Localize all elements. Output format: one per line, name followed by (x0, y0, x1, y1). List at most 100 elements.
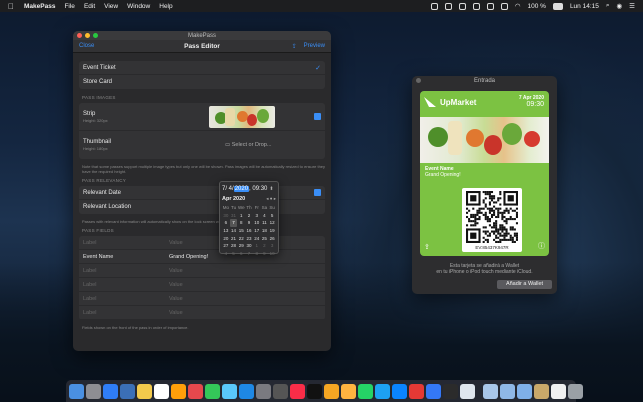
menu-window[interactable]: Window (127, 3, 150, 10)
field-row-event-name[interactable]: Event Name Grand Opening! (79, 250, 325, 264)
field-value[interactable]: Value (169, 296, 183, 302)
calendar-day[interactable]: 14 (230, 227, 238, 234)
calendar-day[interactable]: 17 (253, 227, 261, 234)
field-value[interactable]: Value (169, 240, 183, 246)
calendar-day[interactable]: 7 (229, 219, 238, 227)
calendar-day[interactable]: 5 (230, 250, 238, 257)
battery-icon[interactable] (552, 2, 563, 10)
screenshot-icon[interactable] (273, 383, 288, 399)
field-value[interactable]: Value (169, 310, 183, 316)
pass-type-event-ticket[interactable]: Event Ticket ✓ (79, 61, 325, 75)
calendar-day[interactable]: 28 (230, 242, 238, 249)
share-icon[interactable]: ⇪ (292, 43, 297, 50)
status-item-icon[interactable] (458, 2, 466, 10)
launchpad-icon[interactable] (86, 383, 101, 399)
calendar-day[interactable]: 2 (245, 212, 253, 219)
battery-label[interactable]: 100 % (528, 3, 546, 10)
calendar-day[interactable]: 23 (245, 235, 253, 242)
safari-icon[interactable] (239, 383, 254, 399)
clock[interactable]: Lun 14:15 (570, 3, 599, 10)
calendar-day[interactable]: 15 (237, 227, 245, 234)
stocks-icon[interactable] (205, 383, 220, 399)
calendar-day[interactable]: 1 (237, 212, 245, 219)
window-titlebar[interactable]: MakePass (73, 31, 331, 40)
field-row[interactable]: Label Value (79, 306, 325, 320)
field-label[interactable]: Label (83, 310, 169, 316)
calendar-day[interactable]: 22 (237, 235, 245, 242)
calendar-day[interactable]: 6 (222, 219, 230, 226)
field-label[interactable]: Label (83, 296, 169, 302)
notes-icon[interactable] (137, 383, 152, 399)
twitter-icon[interactable] (375, 383, 390, 399)
field-label[interactable]: Label (83, 268, 169, 274)
maps-icon[interactable] (222, 383, 237, 399)
home-icon[interactable] (341, 383, 356, 399)
calendar-day[interactable]: 18 (261, 227, 269, 234)
app-store-icon[interactable] (103, 383, 118, 399)
music-icon[interactable] (290, 383, 305, 399)
siri-icon[interactable]: ◉ (617, 2, 623, 10)
date-day-month[interactable]: 7/ 4/ (222, 186, 234, 192)
field-row[interactable]: Label Value (79, 264, 325, 278)
calendar-day[interactable]: 3 (253, 212, 261, 219)
menu-view[interactable]: View (104, 3, 118, 10)
calendar-day[interactable]: 8 (253, 250, 261, 257)
system-prefs-icon[interactable] (256, 383, 271, 399)
archive-icon[interactable] (534, 383, 549, 399)
folder-docs-icon[interactable] (500, 383, 515, 399)
spotlight-icon[interactable]: ⌕ (606, 2, 610, 10)
calendar-day[interactable]: 9 (261, 250, 269, 257)
calendar-day[interactable]: 20 (222, 235, 230, 242)
calendar-day[interactable]: 3 (268, 242, 276, 249)
calendar-day[interactable]: 6 (237, 250, 245, 257)
xcode-icon[interactable] (426, 383, 441, 399)
notification-center-icon[interactable]: ☰ (629, 2, 635, 10)
field-label[interactable]: Event Name (83, 254, 169, 260)
field-label[interactable]: Label (83, 240, 169, 246)
preview-titlebar[interactable]: Entrada (412, 76, 557, 85)
calendar-day[interactable]: 2 (261, 242, 269, 249)
field-value[interactable]: Grand Opening! (169, 254, 208, 260)
select-or-drop-button[interactable]: ▭ Select or Drop... (225, 142, 271, 148)
calendar-day[interactable]: 1 (253, 242, 261, 249)
tv-icon[interactable] (307, 383, 322, 399)
preview-button[interactable]: Preview (304, 43, 325, 49)
calendar-day[interactable]: 29 (237, 242, 245, 249)
makepass-icon[interactable] (409, 383, 424, 399)
maps-pin-icon[interactable] (392, 383, 407, 399)
relevant-date-checkbox[interactable] (314, 189, 321, 196)
share-pass-icon[interactable]: ⇪ (424, 243, 430, 251)
calendar-day[interactable]: 7 (245, 250, 253, 257)
volume-icon[interactable] (500, 2, 508, 10)
apple-menu-icon[interactable]:  (8, 2, 14, 11)
calendar-day[interactable]: 8 (237, 219, 245, 226)
calendar-day[interactable]: 25 (261, 235, 269, 242)
calendar-day[interactable]: 30 (222, 212, 230, 219)
news-icon[interactable] (188, 383, 203, 399)
strip-enabled-checkbox[interactable] (314, 113, 321, 120)
calendar-day[interactable]: 19 (268, 227, 276, 234)
calendar-day[interactable]: 4 (261, 212, 269, 219)
calendar-day[interactable]: 13 (222, 227, 230, 234)
calendar-day[interactable]: 4 (222, 250, 230, 257)
close-preview-button[interactable] (416, 78, 421, 83)
field-value[interactable]: Value (169, 282, 183, 288)
finder-icon[interactable] (69, 383, 84, 399)
calendar-day[interactable]: 16 (245, 227, 253, 234)
wifi-icon[interactable]: ◠ (515, 2, 521, 10)
reminders-icon[interactable] (171, 383, 186, 399)
date-time-field[interactable]: 7/ 4/2020, 09:30 ⬍ (222, 184, 276, 194)
menu-edit[interactable]: Edit (84, 3, 95, 10)
field-label[interactable]: Label (83, 282, 169, 288)
add-to-wallet-button[interactable]: Añadir a Wallet (497, 280, 552, 289)
folder-downloads-icon[interactable] (517, 383, 532, 399)
date-time[interactable]: , 09:30 (249, 186, 267, 192)
calendar-day[interactable]: 9 (245, 219, 253, 226)
folder-home-icon[interactable] (483, 383, 498, 399)
preview-icon[interactable] (120, 383, 135, 399)
relevant-date-row[interactable]: Relevant Date (79, 186, 325, 200)
calendar-day[interactable]: 31 (230, 212, 238, 219)
calendar-day[interactable]: 12 (268, 219, 276, 226)
photos-icon[interactable] (324, 383, 339, 399)
field-row[interactable]: Label Value (79, 236, 325, 250)
